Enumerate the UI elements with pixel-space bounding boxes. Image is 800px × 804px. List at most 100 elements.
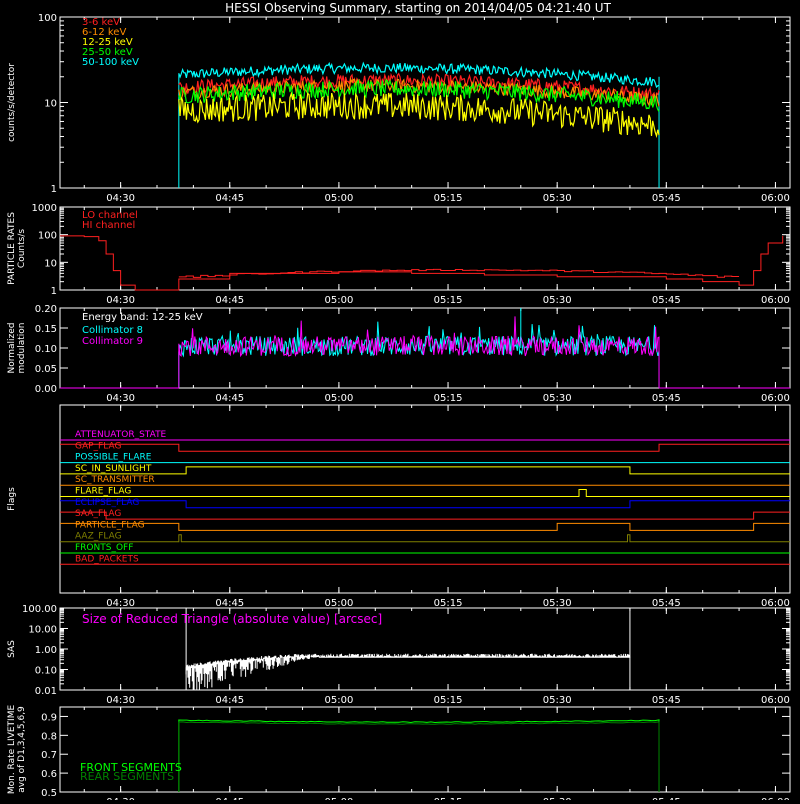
livetime-ytick-label: 0.5 bbox=[41, 788, 57, 799]
particles-ylabel: PARTICLE RATES bbox=[7, 212, 17, 285]
counts-xtick-label: 06:00 bbox=[761, 193, 790, 204]
livetime-series-REAR-SEGMENTS bbox=[178, 721, 660, 793]
particles-xtick-label: 05:00 bbox=[324, 295, 353, 306]
counts-legend-entry: 50-100 keV bbox=[82, 57, 139, 68]
flag-line-AAZ_FLAG bbox=[60, 534, 790, 543]
flag-label: SAA_FLAG bbox=[75, 509, 121, 519]
counts-panel: 04:30 04:45 05:00 05:15 05:30 05:45 06:00 1 10 10… bbox=[38, 13, 791, 204]
sas-xtick-label: 05:30 bbox=[543, 695, 572, 706]
sas-annotation: Size of Reduced Triangle (absolute value… bbox=[82, 612, 382, 626]
particles-xtick-label: 06:00 bbox=[761, 295, 790, 306]
counts-xtick-label: 05:30 bbox=[543, 193, 572, 204]
flags-panel: 04:30 04:45 05:00 05:15 05:30 05:45 06:00 ATTEN… bbox=[59, 404, 791, 609]
livetime-ytick-label: 0.8 bbox=[41, 731, 57, 742]
sas-ytick-label: 100.00 bbox=[22, 604, 57, 615]
sas-ytick-label: 1.00 bbox=[35, 645, 57, 656]
modulation-xtick-label: 05:30 bbox=[543, 393, 572, 404]
particles-ytick-label: 100 bbox=[38, 231, 57, 242]
flags-xtick-label: 05:30 bbox=[543, 598, 572, 609]
counts-ytick-label: 10 bbox=[44, 99, 57, 110]
sas-ytick-label: 10.00 bbox=[28, 625, 57, 636]
counts-xtick-label: 04:45 bbox=[215, 193, 244, 204]
modulation-ytick-label: 0.20 bbox=[35, 304, 57, 315]
flag-label: POSSIBLE_FLARE bbox=[75, 453, 152, 463]
modulation-ytick-label: 0.15 bbox=[35, 324, 57, 335]
counts-series-50-100-keV bbox=[178, 61, 660, 89]
modulation-series-Collimator-8 bbox=[178, 321, 660, 389]
sas-xtick-label: 05:45 bbox=[652, 695, 681, 706]
sas-panel: 04:30 04:45 05:00 05:15 05:30 05:45 06:00 0.01 0… bbox=[22, 604, 791, 706]
flag-line-PARTICLE_FLAG bbox=[60, 522, 790, 531]
particles-xtick-label: 05:45 bbox=[652, 295, 681, 306]
modulation-xtick-label: 05:00 bbox=[324, 393, 353, 404]
sas-ytick-label: 0.10 bbox=[35, 666, 57, 677]
modulation-xtick-label: 05:15 bbox=[434, 393, 463, 404]
modulation-legend-entry: Collimator 8 bbox=[82, 325, 143, 336]
particles-xtick-label: 05:30 bbox=[543, 295, 572, 306]
sas-xtick-label: 05:00 bbox=[324, 695, 353, 706]
modulation-ytick-label: 0.00 bbox=[35, 384, 57, 395]
livetime-series-FRONT-SEGMENTS bbox=[178, 719, 660, 793]
flag-line-ECLIPSE_FLAG bbox=[60, 500, 790, 509]
modulation-legend-entry: Collimator 9 bbox=[82, 336, 143, 347]
livetime-ytick-label: 0.9 bbox=[41, 712, 57, 723]
flags-ylabel: Flags bbox=[7, 487, 17, 511]
livetime-ylabel: avg of D1,3,4,5,6,9 bbox=[17, 706, 27, 793]
counts-frame bbox=[59, 16, 791, 189]
particles-ylabel: Counts/s bbox=[17, 229, 27, 268]
flag-label: ECLIPSE_FLAG bbox=[75, 498, 139, 508]
modulation-ytick-label: 0.05 bbox=[35, 364, 57, 375]
modulation-panel: 04:30 04:45 05:00 05:15 05:30 05:45 06:00 0.00 0… bbox=[35, 304, 791, 404]
modulation-ylabel: modulation bbox=[17, 323, 27, 374]
livetime-ytick-label: 0.7 bbox=[41, 750, 57, 761]
particles-ytick-label: 1000 bbox=[32, 203, 57, 214]
particles-ytick-label: 10 bbox=[44, 258, 57, 269]
flag-label: BAD_PACKETS bbox=[75, 554, 139, 564]
particles-frame bbox=[59, 206, 791, 291]
sas-ytick-label: 0.01 bbox=[35, 686, 57, 697]
sas-xtick-label: 04:45 bbox=[215, 695, 244, 706]
particles-xtick-label: 05:15 bbox=[434, 295, 463, 306]
flag-label: GAP_FLAG bbox=[75, 441, 121, 451]
counts-xtick-label: 05:15 bbox=[434, 193, 463, 204]
modulation-ylabel: Normalized bbox=[7, 322, 17, 373]
flag-line-SAA_FLAG bbox=[60, 511, 790, 520]
modulation-xtick-label: 06:00 bbox=[761, 393, 790, 404]
livetime-legend-entry: REAR SEGMENTS bbox=[80, 770, 174, 783]
particles-xtick-label: 04:45 bbox=[215, 295, 244, 306]
flag-label: AAZ_FLAG bbox=[75, 532, 122, 542]
flags-xtick-label: 06:00 bbox=[761, 598, 790, 609]
modulation-xtick-label: 04:45 bbox=[215, 393, 244, 404]
flags-xtick-label: 05:45 bbox=[652, 598, 681, 609]
flag-label: FRONTS_OFF bbox=[75, 543, 133, 553]
flags-xtick-label: 04:45 bbox=[215, 598, 244, 609]
livetime-panel: 04:3004:4505:0005:1505:3005:4506:000.50.… bbox=[41, 706, 791, 804]
counts-ytick-label: 1 bbox=[51, 184, 57, 195]
flag-label: SC_TRANSMITTER bbox=[75, 475, 155, 485]
particles-xtick-label: 04:30 bbox=[106, 295, 135, 306]
flag-label: ATTENUATOR_STATE bbox=[75, 430, 167, 440]
sas-xtick-label: 06:00 bbox=[761, 695, 790, 706]
modulation-xtick-label: 04:30 bbox=[106, 393, 135, 404]
modulation-ytick-label: 0.10 bbox=[35, 344, 57, 355]
flags-xtick-label: 04:30 bbox=[106, 598, 135, 609]
flag-line-SC_IN_SUNLIGHT bbox=[60, 466, 790, 475]
sas-xtick-label: 04:30 bbox=[106, 695, 135, 706]
flag-label: FLARE_FLAG bbox=[75, 487, 131, 497]
counts-ytick-label: 100 bbox=[38, 13, 57, 24]
flag-label: PARTICLE_FLAG bbox=[75, 520, 145, 530]
figure-canvas: HESSI Observing Summary, starting on 201… bbox=[7, 1, 791, 804]
flag-label: SC_IN_SUNLIGHT bbox=[75, 464, 152, 474]
flag-line-GAP_FLAG bbox=[60, 443, 790, 452]
particles-legend-entry: HI channel bbox=[82, 220, 135, 231]
figure-title: HESSI Observing Summary, starting on 201… bbox=[225, 1, 611, 15]
particles-ytick-label: 1 bbox=[51, 286, 57, 297]
counts-xtick-label: 05:00 bbox=[324, 193, 353, 204]
flags-xtick-label: 05:00 bbox=[324, 598, 353, 609]
livetime-ytick-label: 0.6 bbox=[41, 769, 57, 780]
sas-xtick-label: 05:15 bbox=[434, 695, 463, 706]
sas-series bbox=[185, 653, 631, 690]
modulation-legend-title: Energy band: 12-25 keV bbox=[82, 312, 203, 323]
particles-series-lo-channel bbox=[60, 235, 784, 291]
counts-xtick-label: 05:45 bbox=[652, 193, 681, 204]
